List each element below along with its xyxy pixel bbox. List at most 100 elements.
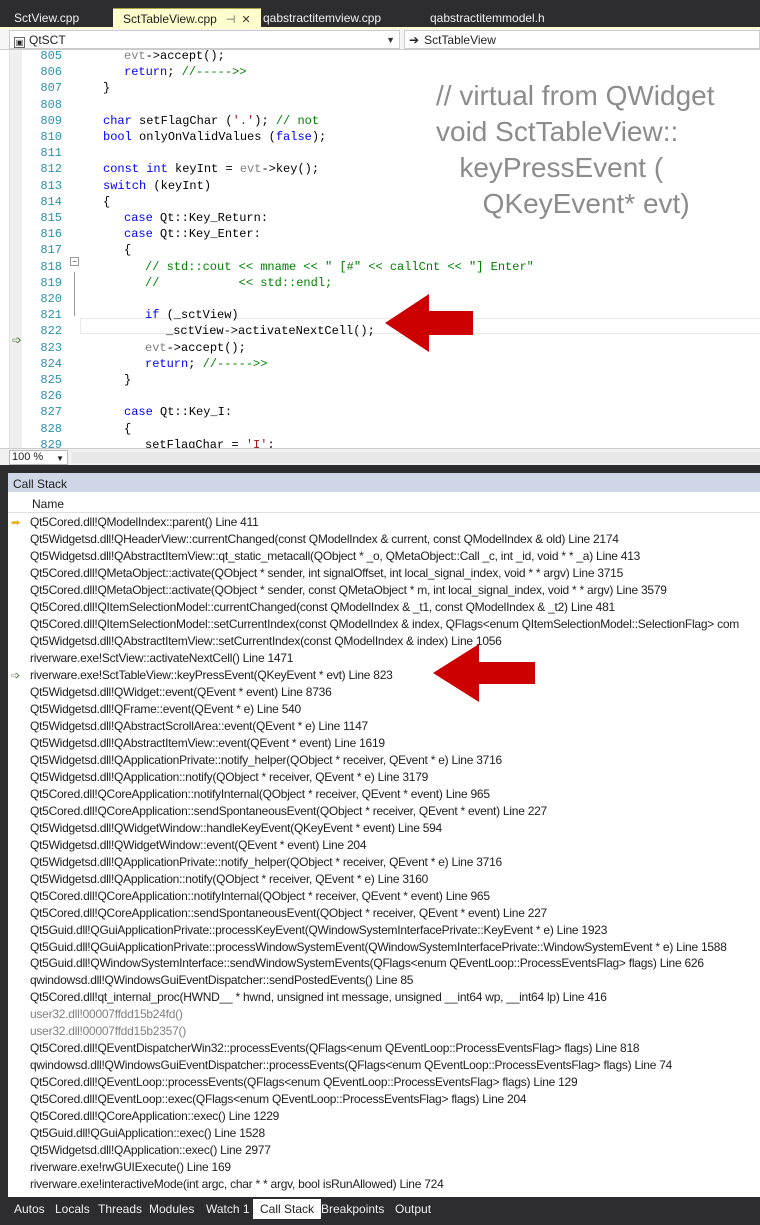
callstack-row[interactable]: Qt5Widgetsd.dll!QFrame::event(QEvent * e… — [8, 701, 760, 718]
column-header-name[interactable]: Name — [8, 492, 760, 513]
callstack-row[interactable]: Qt5Cored.dll!QMetaObject::activate(QObje… — [8, 565, 760, 582]
tool-tab-watch-1[interactable]: Watch 1 — [199, 1199, 257, 1219]
scope-value: QtSCT — [29, 33, 66, 47]
line-number: 810 — [40, 130, 62, 144]
callstack-row[interactable]: Qt5Guid.dll!QWindowSystemInterface::send… — [8, 955, 760, 972]
callstack-row[interactable]: user32.dll!00007ffdd15b24fd() — [8, 1006, 760, 1023]
callstack-row[interactable]: Qt5Cored.dll!QCoreApplication::notifyInt… — [8, 786, 760, 803]
callstack-row[interactable]: Qt5Cored.dll!QCoreApplication::notifyInt… — [8, 888, 760, 905]
frame-text: Qt5Widgetsd.dll!QApplicationPrivate::not… — [30, 854, 502, 869]
callstack-row[interactable]: riverware.exe!rwGUIExecute() Line 169 — [8, 1159, 760, 1176]
line-number: 824 — [40, 356, 62, 371]
frame-text: Qt5Widgetsd.dll!QAbstractItemView::setCu… — [30, 633, 502, 648]
tool-tab-locals[interactable]: Locals — [48, 1199, 97, 1219]
callstack-row[interactable]: riverware.exe!interactiveMode(int argc, … — [8, 1176, 760, 1193]
code-text: // std::cout << mname << " [#" << callCn… — [145, 259, 534, 274]
frame-text: riverware.exe!rwGUIExecute() Line 169 — [30, 1160, 231, 1175]
callstack-row[interactable]: Qt5Cored.dll!QItemSelectionModel::setCur… — [8, 616, 760, 633]
horizontal-scrollbar[interactable] — [72, 452, 760, 463]
annotation-arrow-callstack — [433, 644, 535, 702]
frame-text: Qt5Widgetsd.dll!QHeaderView::currentChan… — [30, 531, 619, 546]
callstack-row[interactable]: Qt5Widgetsd.dll!QApplicationPrivate::not… — [8, 752, 760, 769]
callstack-row[interactable]: Qt5Widgetsd.dll!QAbstractItemView::qt_st… — [8, 548, 760, 565]
callstack-row[interactable]: Qt5Cored.dll!QMetaObject::activate(QObje… — [8, 582, 760, 599]
callstack-panel: Name ➡ Qt5Cored.dll!QModelIndex::parent()… — [8, 492, 760, 1197]
callstack-row[interactable]: ➡ Qt5Cored.dll!QModelIndex::parent() Line… — [8, 514, 760, 531]
pin-icon[interactable]: ⊣ — [226, 14, 236, 26]
code-text: evt->accept(); — [145, 340, 246, 355]
line-number: 817 — [40, 243, 62, 258]
line-number: 812 — [40, 162, 62, 177]
zoom-value: 100 % — [12, 451, 44, 463]
code-text: evt->accept(); — [124, 50, 225, 63]
scope-dropdown[interactable]: ▣ QtSCT ▼ — [9, 30, 400, 49]
callstack-row[interactable]: Qt5Widgetsd.dll!QWidgetWindow::event(QEv… — [8, 837, 760, 854]
callstack-row[interactable]: Qt5Cored.dll!qt_internal_proc(HWND__ * h… — [8, 989, 760, 1006]
tab-scttableview-cpp[interactable]: SctTableView.cpp ⊣ ✕ — [113, 8, 261, 29]
callstack-row[interactable]: Qt5Cored.dll!QEventLoop::exec(QFlags<enu… — [8, 1091, 760, 1108]
callstack-row[interactable]: Qt5Widgetsd.dll!QApplication::exec() Lin… — [8, 1142, 760, 1159]
callstack-row[interactable]: Qt5Guid.dll!QGuiApplication::exec() Line… — [8, 1125, 760, 1142]
editor-border — [0, 50, 10, 448]
tab-qabstractitemmodel-h[interactable]: qabstractitemmodel.h — [420, 8, 555, 29]
glyph-margin[interactable] — [10, 50, 22, 448]
zoom-dropdown[interactable]: 100 % ▼ — [9, 450, 68, 465]
tool-tab-threads[interactable]: Threads — [91, 1199, 149, 1219]
callstack-row[interactable]: Qt5Cored.dll!QEventLoop::processEvents(Q… — [8, 1074, 760, 1091]
callstack-row[interactable]: Qt5Cored.dll!QEventDispatcherWin32::proc… — [8, 1040, 760, 1057]
callstack-row[interactable]: Qt5Widgetsd.dll!QAbstractItemView::event… — [8, 735, 760, 752]
callstack-row[interactable]: Qt5Widgetsd.dll!QApplicationPrivate::not… — [8, 854, 760, 871]
tool-tab-breakpoints[interactable]: Breakpoints — [314, 1199, 391, 1219]
editor-status-bar: 100 % ▼ — [0, 448, 760, 465]
code-line: 817 { — [22, 242, 760, 258]
frame-text: Qt5Widgetsd.dll!QWidgetWindow::event(QEv… — [30, 837, 367, 852]
line-number: 825 — [40, 373, 62, 387]
callstack-row[interactable]: Qt5Widgetsd.dll!QHeaderView::currentChan… — [8, 531, 760, 548]
callstack-row[interactable]: Qt5Cored.dll!QCoreApplication::exec() Li… — [8, 1108, 760, 1125]
frame-text: Qt5Widgetsd.dll!QWidgetWindow::handleKey… — [30, 820, 442, 835]
callstack-row[interactable]: Qt5Widgetsd.dll!QApplication::notify(QOb… — [8, 871, 760, 888]
frame-text: riverware.exe!interactiveMode(int argc, … — [30, 1177, 444, 1192]
outline-line — [74, 272, 75, 316]
tab-qabstractitemview-cpp[interactable]: qabstractitemview.cpp — [253, 8, 391, 29]
callstack-row[interactable]: ➩ riverware.exe!SctTableView::keyPressEve… — [8, 667, 760, 684]
frame-text: Qt5Cored.dll!QItemSelectionModel::setCur… — [30, 616, 740, 631]
callstack-row[interactable]: Qt5Guid.dll!QGuiApplicationPrivate::proc… — [8, 939, 760, 956]
tool-tab-modules[interactable]: Modules — [142, 1199, 201, 1219]
callstack-row[interactable]: riverware.exe!SctView::activateNextCell(… — [8, 650, 760, 667]
frame-text: Qt5Widgetsd.dll!QApplication::exec() Lin… — [30, 1143, 271, 1158]
callstack-titlebar — [8, 473, 760, 492]
callstack-row[interactable]: qwindowsd.dll!QWindowsGuiEventDispatcher… — [8, 972, 760, 989]
code-text: case Qt::Key_Enter: — [124, 227, 261, 242]
line-number: 819 — [40, 275, 62, 290]
tool-tab-call-stack[interactable]: Call Stack — [253, 1199, 322, 1219]
code-editor[interactable]: 805 evt->accept(); 806 return; //----->> 807… — [0, 50, 760, 448]
callstack-row[interactable]: Qt5Widgetsd.dll!QAbstractScrollArea::eve… — [8, 718, 760, 735]
code-text: { — [103, 194, 111, 209]
member-dropdown[interactable]: ➔ SctTableView — [404, 30, 760, 49]
line-number: 813 — [40, 178, 62, 193]
callstack-row[interactable]: Qt5Widgetsd.dll!QWidget::event(QEvent * … — [8, 684, 760, 701]
callstack-row[interactable]: qwindowsd.dll!QWindowsGuiEventDispatcher… — [8, 1057, 760, 1074]
collapse-toggle[interactable]: − — [70, 257, 79, 266]
frame-text: Qt5Widgetsd.dll!QWidget::event(QEvent * … — [30, 684, 332, 699]
code-text: } — [103, 81, 111, 96]
callstack-row[interactable]: Qt5Cored.dll!QCoreApplication::sendSpont… — [8, 803, 760, 820]
callstack-row[interactable]: Qt5Cored.dll!QItemSelectionModel::curren… — [8, 599, 760, 616]
callstack-row[interactable]: Qt5Guid.dll!QGuiApplicationPrivate::proc… — [8, 922, 760, 939]
frame-text: user32.dll!00007ffdd15b24fd() — [30, 1007, 183, 1022]
callstack-row[interactable]: user32.dll!00007ffdd15b2357() — [8, 1023, 760, 1040]
tool-tab-output[interactable]: Output — [388, 1199, 438, 1219]
callstack-row[interactable]: Qt5Widgetsd.dll!QWidgetWindow::handleKey… — [8, 820, 760, 837]
callstack-row[interactable]: Qt5Cored.dll!QCoreApplication::sendSpont… — [8, 905, 760, 922]
tab-label: SctTableView.cpp — [123, 12, 217, 26]
line-number: 811 — [40, 146, 62, 161]
callstack-row[interactable]: Qt5Widgetsd.dll!QAbstractItemView::setCu… — [8, 633, 760, 650]
close-icon[interactable]: ✕ — [241, 14, 250, 26]
line-number: 814 — [40, 194, 62, 209]
annotation-arrow-editor — [385, 294, 473, 352]
tab-sctview-cpp[interactable]: SctView.cpp — [4, 8, 89, 29]
frame-text: Qt5Widgetsd.dll!QApplication::notify(QOb… — [30, 769, 429, 784]
callstack-row[interactable]: Qt5Widgetsd.dll!QApplication::notify(QOb… — [8, 769, 760, 786]
tool-tab-autos[interactable]: Autos — [7, 1199, 52, 1219]
